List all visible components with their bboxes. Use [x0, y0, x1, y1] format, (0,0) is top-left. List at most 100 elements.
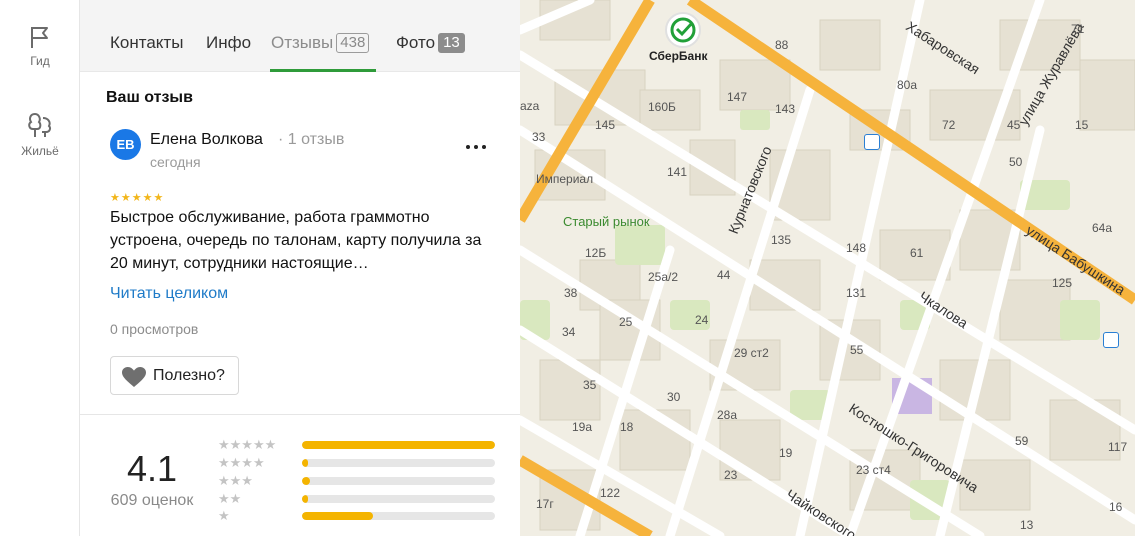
review-date: сегодня — [150, 154, 201, 170]
heart-icon — [122, 367, 146, 387]
rating-bar-fill — [302, 441, 495, 449]
tab-bar: Контакты Инфо Отзывы 438 Фото 13 — [80, 0, 520, 72]
house-number-label: 17г — [536, 497, 554, 511]
star-icon: ★★★★★ — [218, 437, 277, 452]
house-number-label: 44 — [717, 268, 731, 282]
house-number-label: 33 — [532, 130, 546, 144]
house-number-label: 135 — [771, 233, 792, 247]
house-number-label: 45 — [1007, 118, 1021, 132]
house-number-label: 148 — [846, 241, 867, 255]
author-name[interactable]: Елена Волкова — [150, 131, 263, 149]
reviews-count-badge: 438 — [336, 33, 370, 53]
rail-item-housing[interactable]: Жильё — [0, 110, 80, 158]
app-root: Гид Жильё Контакты Инфо Отзывы 438 Фото 13… — [0, 0, 1135, 536]
flag-icon — [31, 27, 48, 48]
more-options-button[interactable] — [463, 135, 489, 157]
star-icon: ★★★ — [218, 473, 253, 488]
house-number-label: 122 — [600, 486, 621, 500]
house-number-label: 30 — [667, 390, 681, 404]
house-number-label: 117 — [1108, 440, 1128, 454]
tab-contacts[interactable]: Контакты — [110, 33, 183, 53]
tab-label: Отзывы — [271, 33, 334, 52]
avatar[interactable]: ЕВ — [110, 129, 141, 160]
rating-bar-fill — [302, 477, 310, 485]
house-number-label: 35 — [583, 378, 597, 392]
house-number-label: 143 — [775, 102, 796, 116]
house-number-label: 24 — [695, 313, 709, 327]
map-view[interactable]: СберБанк Хабаровская улица Журавлёва ули… — [520, 0, 1135, 536]
star-icon: ★ — [110, 192, 120, 204]
poi-label[interactable]: aza — [520, 99, 539, 113]
dot-icon — [482, 145, 486, 149]
read-more-link[interactable]: Читать целиком — [110, 285, 228, 303]
sberbank-label[interactable]: СберБанк — [649, 49, 707, 63]
sberbank-mark-icon — [670, 17, 696, 43]
poi-label[interactable]: Империал — [536, 172, 593, 186]
house-number-label: 71 — [1071, 22, 1085, 36]
star-icon: ★★★★ — [218, 455, 265, 470]
star-icon: ★ — [153, 192, 164, 204]
house-number-label: 88 — [775, 38, 789, 52]
photos-count-badge: 13 — [438, 33, 465, 53]
house-number-label: 50 — [1009, 155, 1023, 169]
useful-button[interactable]: Полезно? — [110, 356, 239, 395]
divider — [80, 414, 520, 415]
house-number-label: 131 — [846, 286, 867, 300]
house-number-label: 18 — [620, 420, 634, 434]
house-number-label: 80а — [897, 78, 918, 92]
section-title: Ваш отзыв — [106, 89, 193, 106]
rating-bar-track — [302, 495, 495, 503]
house-number-label: 145 — [595, 118, 616, 132]
house-number-label: 23 — [724, 468, 738, 482]
house-number-label: 55 — [850, 343, 864, 357]
tab-reviews[interactable]: Отзывы 438 — [271, 33, 370, 53]
star-icon: ★ — [218, 508, 230, 523]
rating-bar-track — [302, 459, 495, 467]
tab-label: Фото — [396, 33, 436, 52]
rail-item-guide[interactable]: Гид — [0, 24, 80, 68]
house-number-label: 141 — [667, 165, 688, 179]
house-number-label: 61 — [910, 246, 924, 260]
star-icon: ★ — [131, 192, 142, 204]
house-number-label: 25 — [619, 315, 633, 329]
house-number-label: 160Б — [648, 100, 676, 114]
rating-value: 4.1 — [126, 448, 178, 489]
star-icon: ★★ — [218, 491, 242, 506]
house-number-label: 125 — [1052, 276, 1073, 290]
house-number-label: 72 — [942, 118, 956, 132]
house-number-label: 38 — [564, 286, 578, 300]
place-label[interactable]: Старый рынок — [563, 214, 650, 229]
useful-label: Полезно? — [153, 367, 225, 384]
house-number-label: 29 ст2 — [734, 346, 769, 360]
left-rail: Гид Жильё — [0, 0, 80, 536]
author-review-count: · 1 отзыв — [278, 131, 345, 148]
rail-label-housing: Жильё — [21, 144, 59, 158]
house-number-label: 147 — [727, 90, 748, 104]
tab-info[interactable]: Инфо — [206, 33, 251, 53]
tab-label: Контакты — [110, 33, 184, 52]
house-number-label: 19а — [572, 420, 593, 434]
house-number-label: 25а/2 — [648, 270, 679, 284]
house-number-label: 19 — [779, 446, 793, 460]
rating-bar-track — [302, 441, 495, 449]
trees-icon — [28, 112, 51, 137]
house-number-label: 28а — [717, 408, 738, 422]
rating-bar-fill — [302, 512, 374, 520]
bus-stop-icon[interactable] — [864, 134, 880, 150]
star-icon: ★ — [142, 192, 153, 204]
dot-icon — [466, 145, 470, 149]
sberbank-logo-icon[interactable] — [665, 12, 701, 48]
rail-label-guide: Гид — [30, 54, 50, 68]
bus-stop-icon[interactable] — [1103, 332, 1119, 348]
rating-count: 609 оценок — [110, 492, 194, 509]
active-tab-indicator — [270, 69, 376, 72]
rating-bar-fill — [302, 495, 308, 503]
rating-bar-fill — [302, 459, 308, 467]
star-icon: ★ — [120, 192, 131, 204]
house-number-label: 64а — [1092, 221, 1113, 235]
house-number-label: 34 — [562, 325, 576, 339]
rating-bar-track — [302, 512, 495, 520]
tab-photos[interactable]: Фото 13 — [396, 33, 465, 53]
rating-bar-track — [302, 477, 495, 485]
house-number-label: 16 — [1109, 500, 1123, 514]
